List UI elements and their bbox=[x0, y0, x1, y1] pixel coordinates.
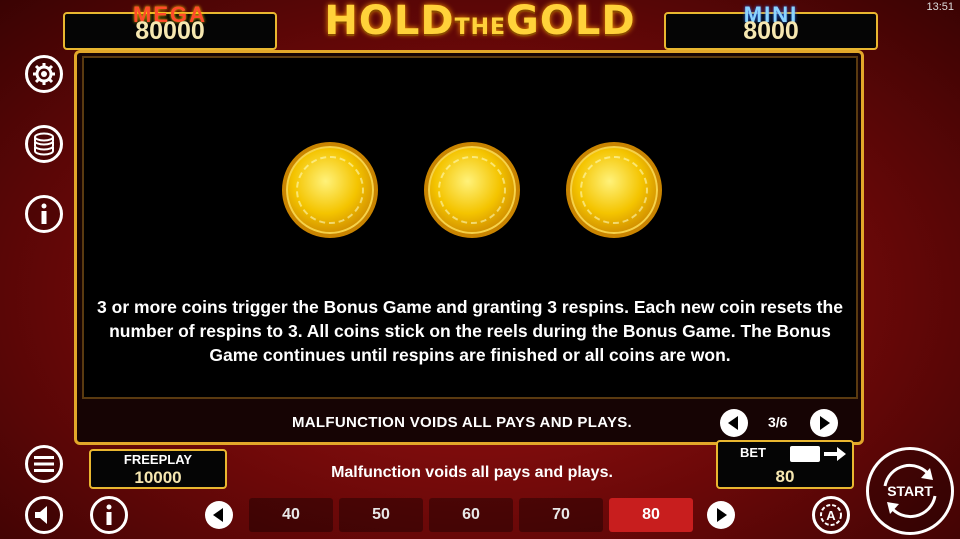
bet-next-button[interactable] bbox=[707, 501, 735, 529]
bet-option[interactable]: 40 bbox=[249, 498, 333, 532]
mega-jackpot-value: 80000 bbox=[135, 17, 205, 45]
bet-option-selected[interactable]: 80 bbox=[609, 498, 693, 532]
title-hold: HOLD bbox=[324, 0, 455, 44]
bet-option[interactable]: 60 bbox=[429, 498, 513, 532]
title-the: THE bbox=[454, 15, 507, 40]
info-icon bbox=[106, 504, 112, 525]
sound-icon bbox=[35, 506, 47, 524]
start-spin-button[interactable]: START bbox=[866, 447, 954, 535]
bet-option[interactable]: 70 bbox=[519, 498, 603, 532]
info-button[interactable] bbox=[25, 195, 63, 233]
bet-label: BET bbox=[740, 445, 766, 460]
bet-box[interactable]: BET 80 bbox=[716, 440, 854, 489]
footer-message: Malfunction voids all pays and plays. bbox=[331, 464, 613, 481]
svg-text:A: A bbox=[826, 508, 836, 523]
prev-page-button[interactable] bbox=[720, 409, 748, 437]
autoplay-icon: A bbox=[820, 504, 842, 526]
coins-stack-icon bbox=[34, 132, 54, 156]
status-time: 13:51 bbox=[926, 1, 954, 13]
gear-icon bbox=[33, 63, 55, 85]
chevron-left-icon bbox=[728, 416, 738, 430]
freeplay-value: 10000 bbox=[134, 468, 182, 487]
title-gold: GOLD bbox=[506, 0, 636, 44]
next-page-button[interactable] bbox=[810, 409, 838, 437]
rules-description: 3 or more coins trigger the Bonus Game a… bbox=[97, 297, 843, 365]
mini-jackpot-box: MINI 8000 bbox=[664, 2, 878, 50]
paytable-button[interactable] bbox=[25, 125, 63, 163]
bet-prev-button[interactable] bbox=[205, 501, 233, 529]
bet-toggle-switch[interactable] bbox=[790, 446, 820, 462]
coin-symbol bbox=[566, 142, 662, 238]
malfunction-notice: MALFUNCTION VOIDS ALL PAYS AND PLAYS. bbox=[292, 414, 633, 431]
chevron-right-icon bbox=[717, 508, 727, 522]
bet-option[interactable]: 50 bbox=[339, 498, 423, 532]
info-button-footer[interactable] bbox=[90, 496, 128, 534]
menu-button[interactable] bbox=[25, 445, 63, 483]
sound-button[interactable] bbox=[25, 496, 63, 534]
autoplay-button[interactable]: A bbox=[812, 496, 850, 534]
freeplay-box: FREEPLAY 10000 bbox=[89, 449, 227, 489]
page-indicator: 3/6 bbox=[768, 414, 788, 430]
chevron-right-icon bbox=[820, 416, 830, 430]
coin-symbol bbox=[424, 142, 520, 238]
mega-jackpot-box: MEGA 80000 bbox=[63, 2, 277, 50]
info-panel: 3 or more coins trigger the Bonus Game a… bbox=[82, 56, 858, 399]
arrow-right-icon bbox=[824, 447, 846, 461]
info-icon bbox=[41, 203, 47, 224]
game-title-logo: HOLDTHEGOLD bbox=[290, 0, 670, 50]
mini-jackpot-value: 8000 bbox=[743, 17, 799, 45]
freeplay-label: FREEPLAY bbox=[123, 452, 193, 467]
menu-icon bbox=[34, 456, 54, 472]
start-label: START bbox=[887, 483, 933, 499]
coin-symbol bbox=[282, 142, 378, 238]
bet-value: 80 bbox=[775, 467, 795, 486]
settings-button[interactable] bbox=[25, 55, 63, 93]
chevron-left-icon bbox=[213, 508, 223, 522]
